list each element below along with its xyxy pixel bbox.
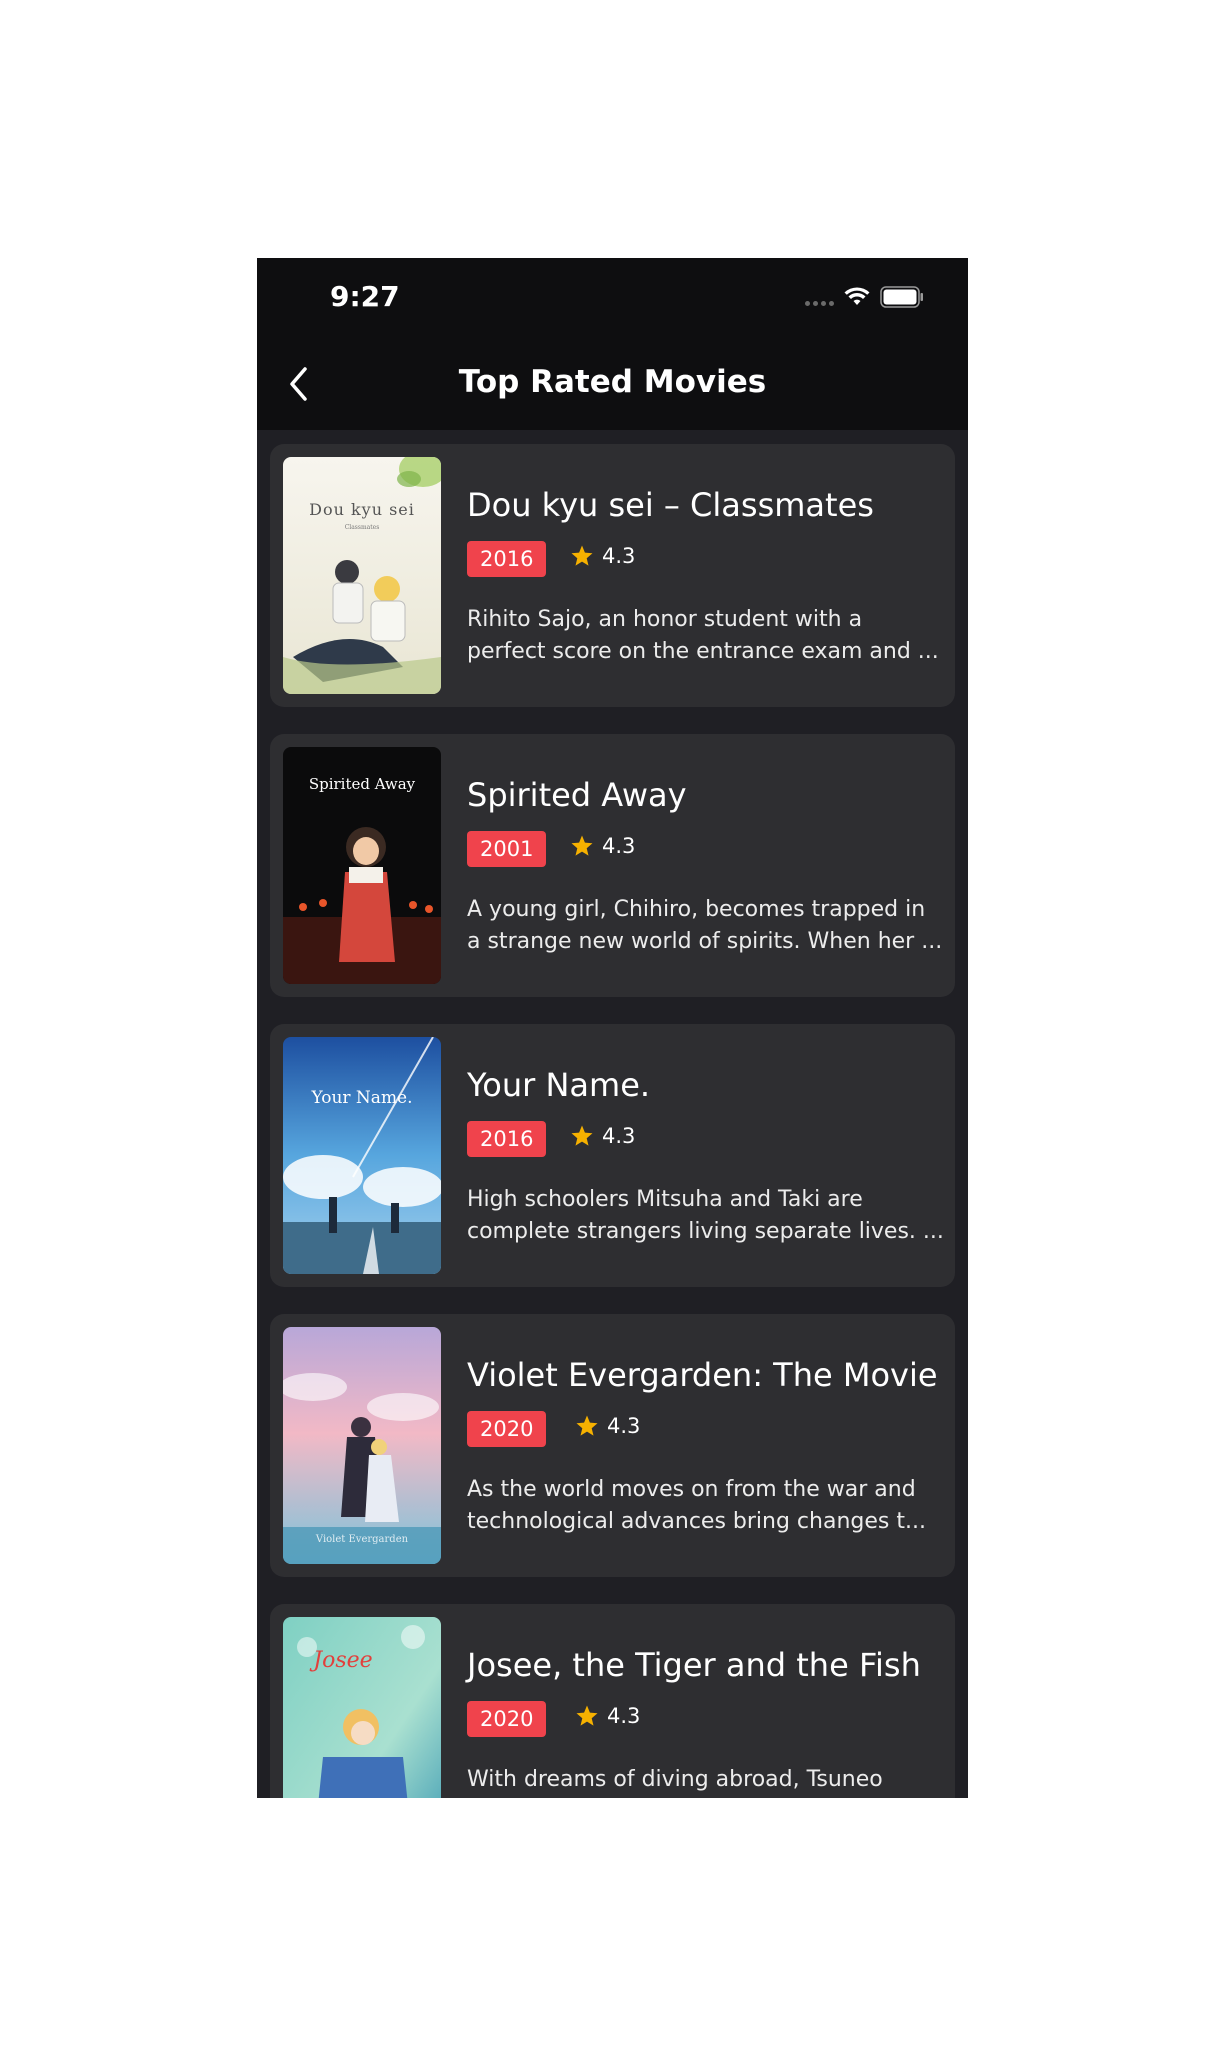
- movie-poster: Josee: [283, 1617, 441, 1798]
- description-line: technological advances bring changes t..…: [467, 1509, 926, 1534]
- page-title: Top Rated Movies: [458, 364, 767, 400]
- movie-poster: Your Name.: [283, 1037, 441, 1274]
- description-line: As the world moves on from the war and: [467, 1477, 916, 1502]
- navigation-bar: Top Rated Movies: [257, 338, 968, 430]
- svg-text:Classmates: Classmates: [345, 524, 380, 531]
- movie-card[interactable]: Dou kyu sei Classmates Dou kyu sei – Cla…: [270, 444, 955, 707]
- status-bar: 9:27: [257, 258, 968, 338]
- movie-rating: 4.3: [570, 1124, 635, 1148]
- rating-value: 4.3: [607, 1414, 641, 1438]
- movie-title: Dou kyu sei – Classmates: [467, 486, 874, 524]
- description-line: Rihito Sajo, an honor student with a: [467, 607, 863, 632]
- star-icon: [571, 545, 593, 566]
- movie-card[interactable]: Josee Josee, the Tiger and the Fish 2020…: [270, 1604, 955, 1798]
- svg-text:Your Name.: Your Name.: [310, 1088, 412, 1108]
- year-badge: 2016: [467, 1121, 547, 1157]
- rating-value: 4.3: [607, 1704, 641, 1728]
- status-time: 9:27: [330, 280, 400, 313]
- star-icon: [576, 1415, 598, 1436]
- movie-title: Josee, the Tiger and the Fish: [467, 1646, 921, 1684]
- year-badge: 2016: [467, 541, 547, 577]
- rating-value: 4.3: [602, 834, 636, 858]
- description-line: complete strangers living separate lives…: [467, 1219, 944, 1244]
- movie-list[interactable]: Dou kyu sei Classmates Dou kyu sei – Cla…: [257, 430, 968, 1798]
- star-icon: [576, 1705, 598, 1726]
- wifi-icon: [844, 287, 870, 305]
- description-line: High schoolers Mitsuha and Taki are: [467, 1187, 863, 1212]
- movie-description: A young girl, Chihiro, becomes trapped i…: [467, 894, 945, 958]
- battery-icon: [880, 286, 923, 308]
- movie-poster: Dou kyu sei Classmates: [283, 457, 441, 694]
- signal-icon: [805, 300, 834, 306]
- movie-description: As the world moves on from the war and t…: [467, 1474, 945, 1538]
- description-line: a strange new world of spirits. When her…: [467, 929, 943, 954]
- description-line: perfect score on the entrance exam and .…: [467, 639, 939, 664]
- star-icon: [571, 1125, 593, 1146]
- movie-card[interactable]: Your Name. Your Name. 2016 4.3 High scho…: [270, 1024, 955, 1287]
- movie-rating: 4.3: [575, 1704, 640, 1728]
- movie-title: Your Name.: [467, 1066, 651, 1104]
- rating-value: 4.3: [602, 1124, 636, 1148]
- status-icons: [805, 286, 924, 308]
- year-badge: 2001: [467, 831, 547, 867]
- star-icon: [571, 835, 593, 856]
- movie-rating: 4.3: [570, 834, 635, 858]
- movie-title: Spirited Away: [467, 776, 687, 814]
- movie-description: Rihito Sajo, an honor student with a per…: [467, 604, 945, 668]
- svg-text:Spirited Away: Spirited Away: [309, 775, 416, 793]
- rating-value: 4.3: [602, 544, 636, 568]
- movie-description: With dreams of diving abroad, Tsuneo: [467, 1764, 945, 1796]
- movie-description: High schoolers Mitsuha and Taki are comp…: [467, 1184, 945, 1248]
- movie-poster: Violet Evergarden: [283, 1327, 441, 1564]
- svg-text:Dou kyu sei: Dou kyu sei: [309, 500, 415, 519]
- movie-rating: 4.3: [570, 544, 635, 568]
- movie-card[interactable]: Spirited Away Spirited Away 2001 4.3 A y…: [270, 734, 955, 997]
- movie-poster: Spirited Away: [283, 747, 441, 984]
- svg-text:Violet Evergarden: Violet Evergarden: [315, 1534, 409, 1545]
- movie-title: Violet Evergarden: The Movie: [467, 1356, 938, 1394]
- movie-rating: 4.3: [575, 1414, 640, 1438]
- svg-text:Josee: Josee: [309, 1648, 372, 1673]
- year-badge: 2020: [467, 1411, 547, 1447]
- description-line: With dreams of diving abroad, Tsuneo: [467, 1767, 883, 1792]
- movie-card[interactable]: Violet Evergarden Violet Evergarden: The…: [270, 1314, 955, 1577]
- year-badge: 2020: [467, 1701, 547, 1737]
- phone-screen: 9:27 Top Rated Movies Dou kyu sei Classm…: [257, 258, 968, 1798]
- description-line: A young girl, Chihiro, becomes trapped i…: [467, 897, 926, 922]
